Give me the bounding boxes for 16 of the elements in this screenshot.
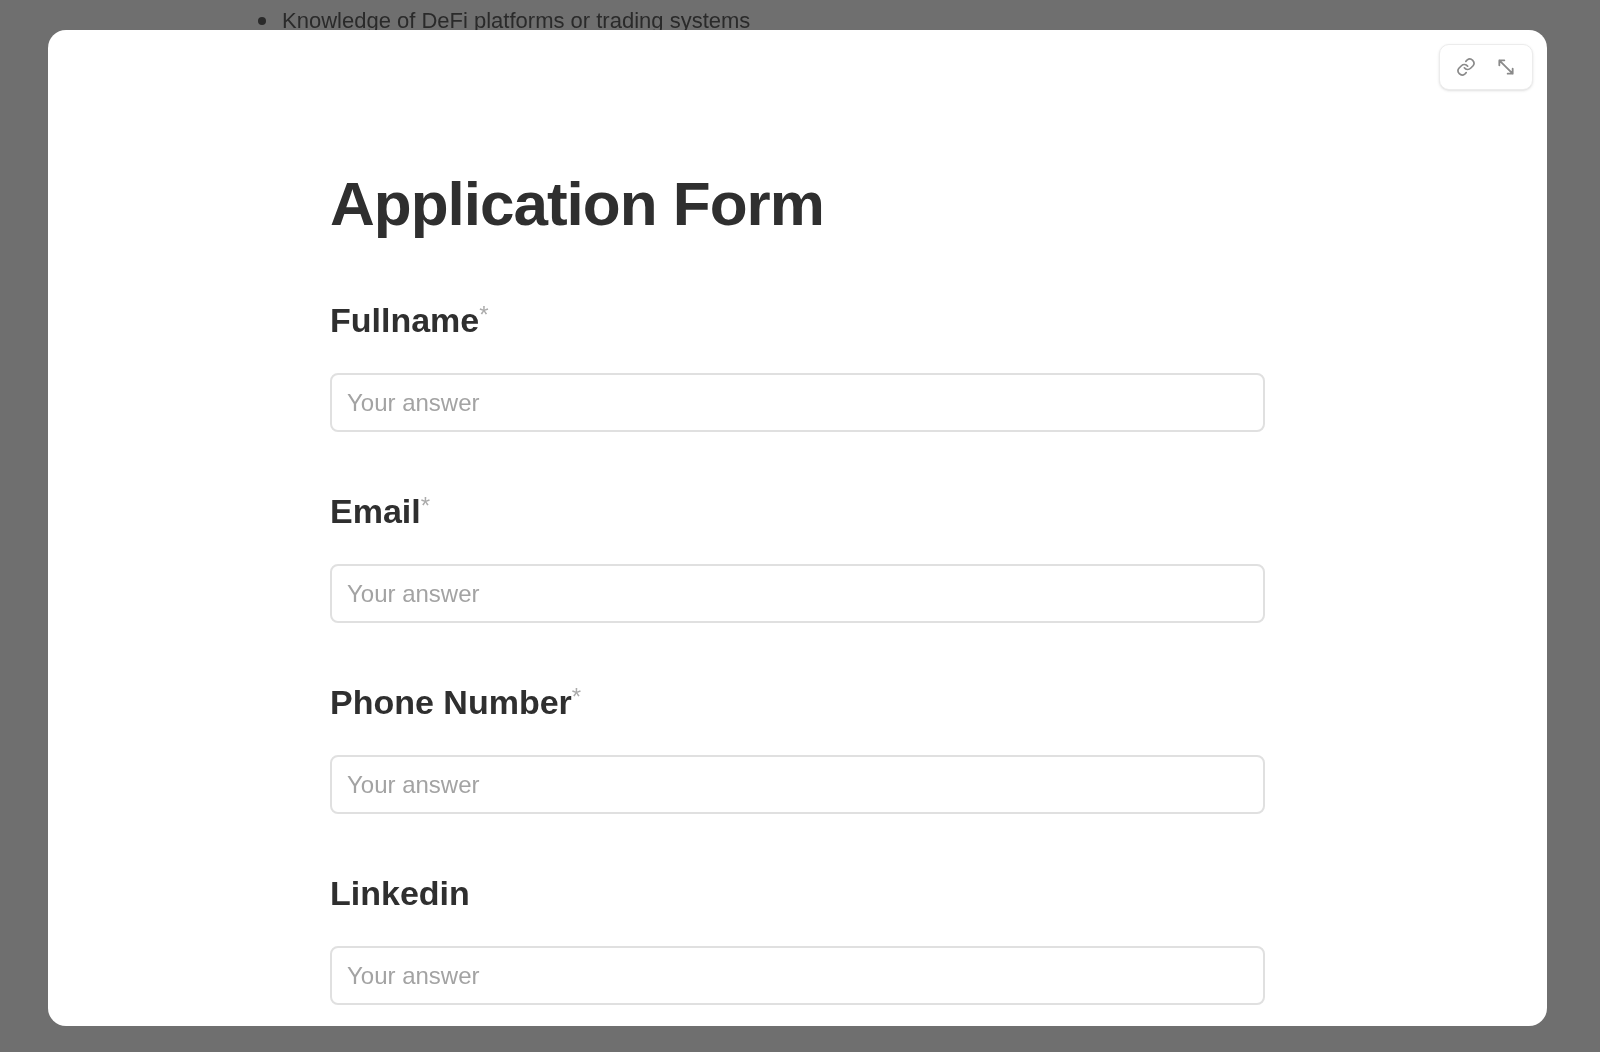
required-mark: * <box>571 682 582 710</box>
answer-field[interactable]: Your answer <box>330 564 1265 623</box>
required-mark: * <box>479 300 489 328</box>
form-title: Application Form <box>330 168 825 240</box>
field-label: Email <box>330 491 421 532</box>
answer-field[interactable]: Your answer <box>330 755 1265 814</box>
answer-field[interactable]: Your answer <box>330 946 1265 1005</box>
bullet-icon <box>258 16 266 25</box>
list-item-text: Knowledge of DeFi platforms or trading systems <box>282 7 751 35</box>
field-label: Fullname <box>330 300 480 341</box>
answer-field[interactable]: Your answer <box>330 373 1265 432</box>
field-label: Phone Number <box>330 682 572 723</box>
expand-icon <box>1496 57 1516 77</box>
field-label: Linkedin <box>330 873 470 914</box>
link-icon <box>1456 57 1476 77</box>
required-mark: * <box>420 491 431 519</box>
